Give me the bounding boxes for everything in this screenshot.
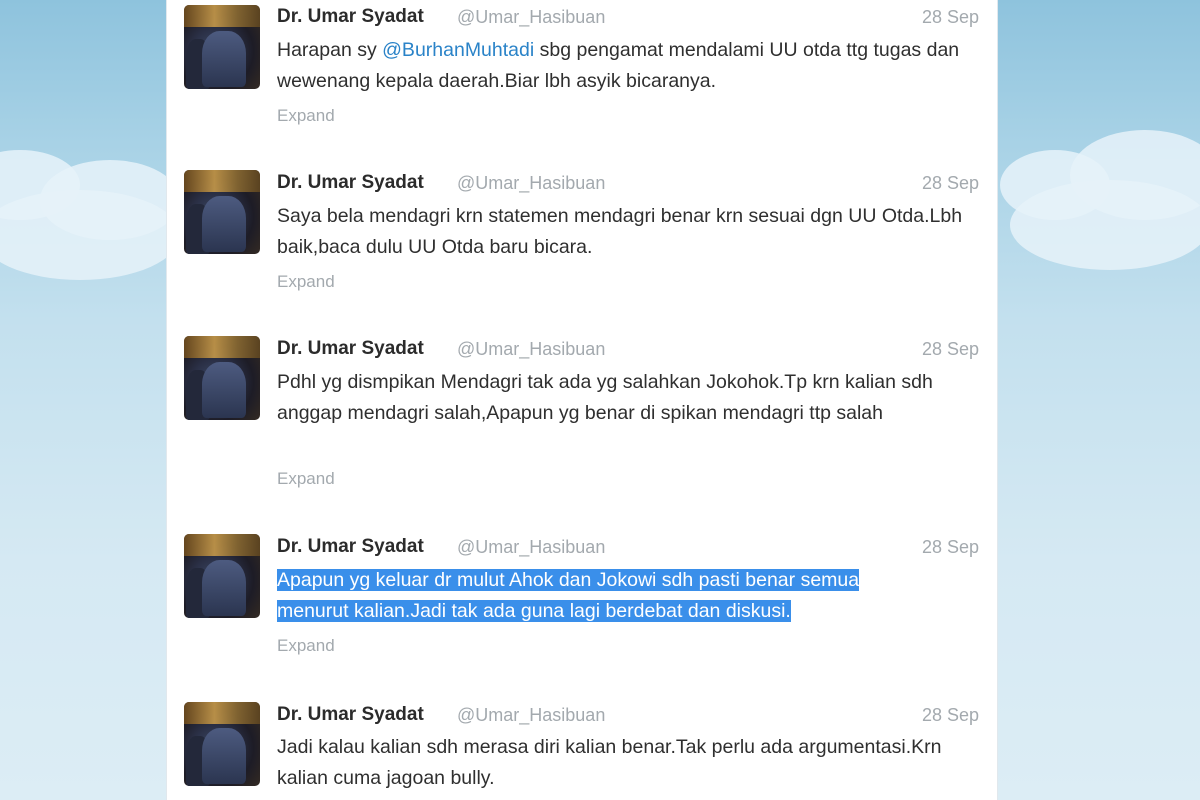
expand-link[interactable]: Expand xyxy=(277,106,335,126)
tweet-timestamp[interactable]: 28 Sep xyxy=(922,705,979,726)
selected-text[interactable]: Apapun yg keluar dr mulut Ahok dan Jokow… xyxy=(277,569,860,591)
avatar[interactable] xyxy=(184,702,260,786)
tweet[interactable]: Dr. Umar Syadat @Umar_Hasibuan 28 Sep Ja… xyxy=(167,680,997,800)
author-username[interactable]: @Umar_Hasibuan xyxy=(457,7,605,28)
tweet[interactable]: Dr. Umar Syadat @Umar_Hasibuan 28 Sep Ha… xyxy=(167,0,997,149)
tweet[interactable]: Dr. Umar Syadat @Umar_Hasibuan 28 Sep Sa… xyxy=(167,148,997,315)
tweet[interactable]: Dr. Umar Syadat @Umar_Hasibuan 28 Sep Pd… xyxy=(167,314,997,513)
tweet[interactable]: Dr. Umar Syadat @Umar_Hasibuan 28 Sep Ap… xyxy=(167,512,997,681)
avatar[interactable] xyxy=(184,170,260,254)
tweet-text: Pdhl yg dismpikan Mendagri tak ada yg sa… xyxy=(277,371,933,424)
tweet-text-selected: Apapun yg keluar dr mulut Ahok dan Jokow… xyxy=(277,565,977,627)
mention-link[interactable]: @BurhanMuhtadi xyxy=(382,39,534,61)
author-username[interactable]: @Umar_Hasibuan xyxy=(457,339,605,360)
background-cloud xyxy=(1010,180,1200,270)
avatar[interactable] xyxy=(184,5,260,89)
tweet-text: Harapan sy @BurhanMuhtadi sbg pengamat m… xyxy=(277,39,960,92)
author-username[interactable]: @Umar_Hasibuan xyxy=(457,705,605,726)
author-name[interactable]: Dr. Umar Syadat xyxy=(277,172,424,194)
author-name[interactable]: Dr. Umar Syadat xyxy=(277,338,424,360)
author-username[interactable]: @Umar_Hasibuan xyxy=(457,537,605,558)
author-name[interactable]: Dr. Umar Syadat xyxy=(277,704,424,726)
expand-link[interactable]: Expand xyxy=(277,469,335,489)
expand-link[interactable]: Expand xyxy=(277,636,335,656)
background-cloud xyxy=(0,190,180,280)
tweet-timestamp[interactable]: 28 Sep xyxy=(922,173,979,194)
selected-text[interactable]: menurut kalian.Jadi tak ada guna lagi be… xyxy=(277,600,791,622)
author-name[interactable]: Dr. Umar Syadat xyxy=(277,536,424,558)
avatar[interactable] xyxy=(184,534,260,618)
tweet-timestamp[interactable]: 28 Sep xyxy=(922,339,979,360)
author-name[interactable]: Dr. Umar Syadat xyxy=(277,6,424,28)
tweet-text: Jadi kalau kalian sdh merasa diri kalian… xyxy=(277,736,942,789)
expand-link[interactable]: Expand xyxy=(277,272,335,292)
tweet-timestamp[interactable]: 28 Sep xyxy=(922,7,979,28)
tweet-timestamp[interactable]: 28 Sep xyxy=(922,537,979,558)
tweet-timeline: Dr. Umar Syadat @Umar_Hasibuan 28 Sep Ha… xyxy=(166,0,998,800)
tweet-text: Saya bela mendagri krn statemen mendagri… xyxy=(277,205,963,258)
author-username[interactable]: @Umar_Hasibuan xyxy=(457,173,605,194)
avatar[interactable] xyxy=(184,336,260,420)
